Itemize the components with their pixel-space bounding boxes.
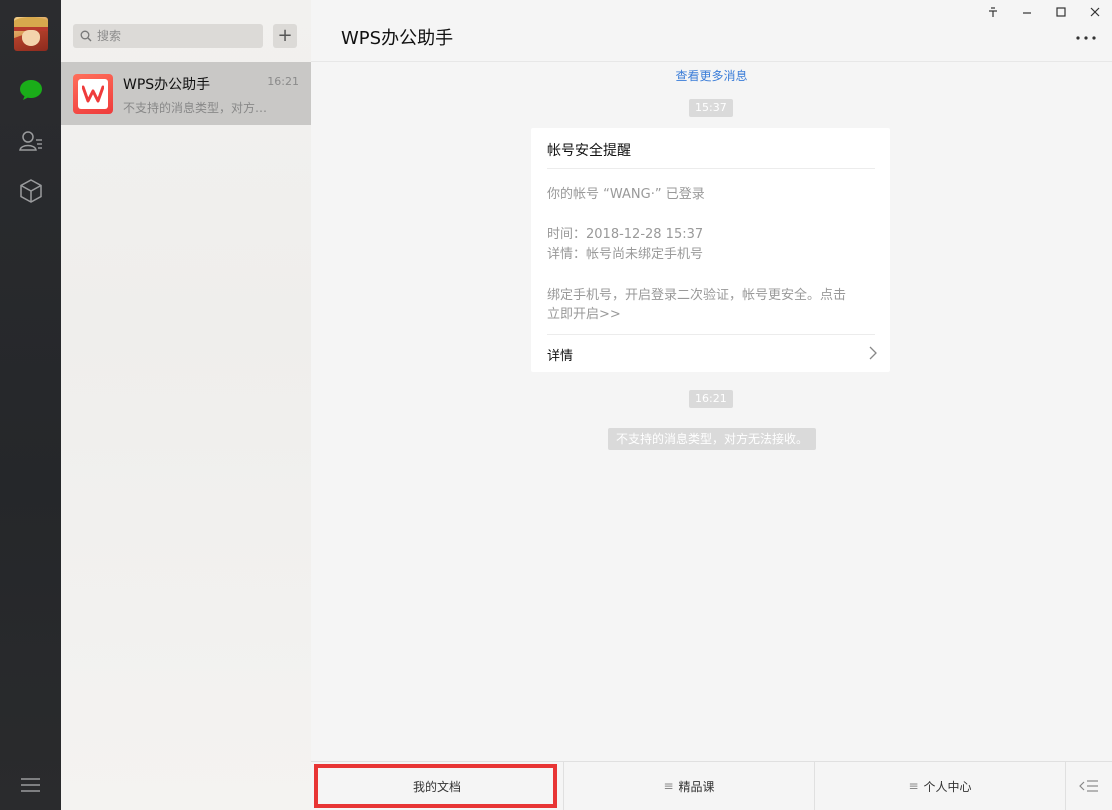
keyboard-toggle-icon (1079, 780, 1098, 792)
chat-item-time: 16:21 (267, 75, 299, 88)
card-time-line: 时间：2018-12-28 15:37 (547, 227, 704, 242)
card-detail-line: 详情：帐号尚未绑定手机号 (547, 247, 704, 262)
card-divider (547, 168, 875, 169)
conversation-list: + WPS办公助手 16:21 不支持的消息类型，对方无法接收。 (61, 0, 311, 810)
add-chat-button[interactable]: + (273, 24, 297, 48)
hamburger-icon (21, 778, 40, 792)
menu-premium-courses[interactable]: ≡ 精品课 (564, 762, 815, 810)
chat-title: WPS办公助手 (341, 28, 454, 49)
menu-my-documents[interactable]: 我的文档 (311, 762, 564, 810)
card-title: 帐号安全提醒 (547, 143, 631, 159)
keyboard-toggle-button[interactable] (1066, 762, 1112, 810)
chevron-right-icon (869, 346, 877, 360)
title-divider (311, 61, 1112, 62)
more-options-button[interactable] (1074, 30, 1098, 46)
load-more-link[interactable]: 查看更多消息 (311, 67, 1112, 84)
plus-icon: + (277, 25, 293, 46)
security-alert-card[interactable]: 帐号安全提醒 你的帐号 “WANG·” 已登录 时间：2018-12-28 15… (531, 128, 890, 372)
contacts-icon (19, 131, 42, 151)
maximize-icon (1056, 7, 1066, 17)
maximize-button[interactable] (1044, 0, 1078, 24)
minimize-button[interactable] (1010, 0, 1044, 24)
avatar[interactable] (14, 17, 48, 51)
card-divider (547, 334, 875, 335)
rail-chats-button[interactable] (15, 74, 47, 106)
wps-app-icon (73, 74, 113, 114)
rail-collection-button[interactable] (15, 175, 47, 207)
rail-menu-button[interactable] (20, 776, 41, 794)
menu-label: 个人中心 (923, 779, 972, 794)
chat-bubble-icon (20, 80, 42, 100)
search-input[interactable] (97, 29, 257, 43)
chat-panel: WPS办公助手 查看更多消息 15:37 帐号安全提醒 你的帐号 “WANG·”… (311, 0, 1112, 810)
cube-icon (20, 179, 42, 203)
menu-personal-center[interactable]: ≡ 个人中心 (815, 762, 1066, 810)
timestamp-chip: 16:21 (689, 390, 733, 408)
window-controls (976, 0, 1112, 24)
search-icon (80, 30, 92, 42)
search-box[interactable] (73, 24, 263, 48)
chat-item-preview: 不支持的消息类型，对方无法接收。 (123, 101, 273, 115)
menu-lines-icon: ≡ (663, 779, 674, 793)
card-detail-link[interactable]: 详情 (547, 345, 573, 364)
menu-label: 精品课 (678, 779, 715, 794)
close-icon (1090, 7, 1100, 17)
close-button[interactable] (1078, 0, 1112, 24)
system-message: 不支持的消息类型，对方无法接收。 (608, 428, 817, 450)
card-bind-line: 绑定手机号，开启登录二次验证，帐号更安全。点击 (547, 288, 847, 303)
menu-lines-icon: ≡ (908, 779, 919, 793)
highlight-box (314, 764, 557, 808)
bottom-menu-bar: 我的文档 ≡ 精品课 ≡ 个人中心 (311, 761, 1112, 810)
pin-button[interactable] (976, 0, 1010, 24)
more-dots-icon (1076, 36, 1096, 40)
wps-logo-icon (82, 85, 104, 103)
pin-icon (989, 7, 997, 17)
minimize-icon (1023, 12, 1031, 14)
nav-rail (0, 0, 61, 810)
timestamp-chip: 15:37 (689, 99, 733, 117)
card-account-line: 你的帐号 “WANG·” 已登录 (547, 187, 705, 202)
rail-contacts-button[interactable] (15, 125, 47, 157)
chat-item-name: WPS办公助手 (123, 77, 211, 93)
chat-list-item[interactable]: WPS办公助手 16:21 不支持的消息类型，对方无法接收。 (61, 62, 311, 125)
card-bind-link[interactable]: 立即开启>> (547, 305, 877, 325)
